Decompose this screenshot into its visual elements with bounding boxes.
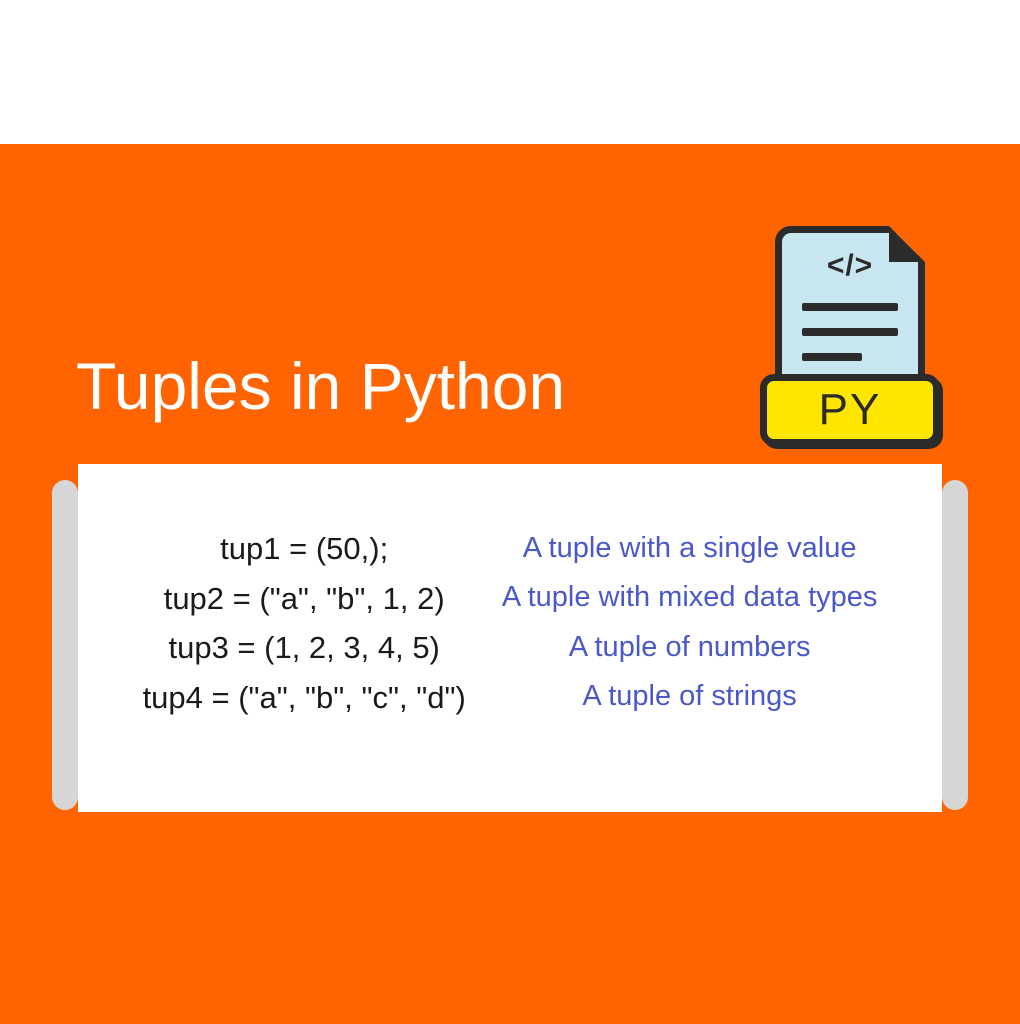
desc-line: A tuple of strings [502,672,878,721]
footer-band [0,812,1020,1024]
code-symbol-icon: </> [782,249,918,283]
slide-canvas: Tuples in Python </> PY tup1 = (50,); tu… [0,0,1020,1024]
python-file-icon: </> PY [760,226,940,446]
card-shadow-left [52,480,78,810]
py-label-badge: PY [760,374,940,446]
desc-line: A tuple of numbers [502,623,878,672]
code-line: tup2 = ("a", "b", 1, 2) [143,574,466,624]
code-column: tup1 = (50,); tup2 = ("a", "b", 1, 2) tu… [143,524,466,722]
code-file-icon: </> [775,226,925,386]
content-card: tup1 = (50,); tup2 = ("a", "b", 1, 2) tu… [78,464,942,812]
content-wrap: tup1 = (50,); tup2 = ("a", "b", 1, 2) tu… [0,464,1020,824]
card-shadow-right [942,480,968,810]
slide-title: Tuples in Python [76,348,565,424]
description-column: A tuple with a single value A tuple with… [502,524,878,721]
header-band: Tuples in Python </> PY [0,144,1020,464]
desc-line: A tuple with mixed data types [502,573,878,622]
code-line: tup4 = ("a", "b", "c", "d") [143,673,466,723]
desc-line: A tuple with a single value [502,524,878,573]
code-line: tup3 = (1, 2, 3, 4, 5) [143,623,466,673]
code-line: tup1 = (50,); [143,524,466,574]
